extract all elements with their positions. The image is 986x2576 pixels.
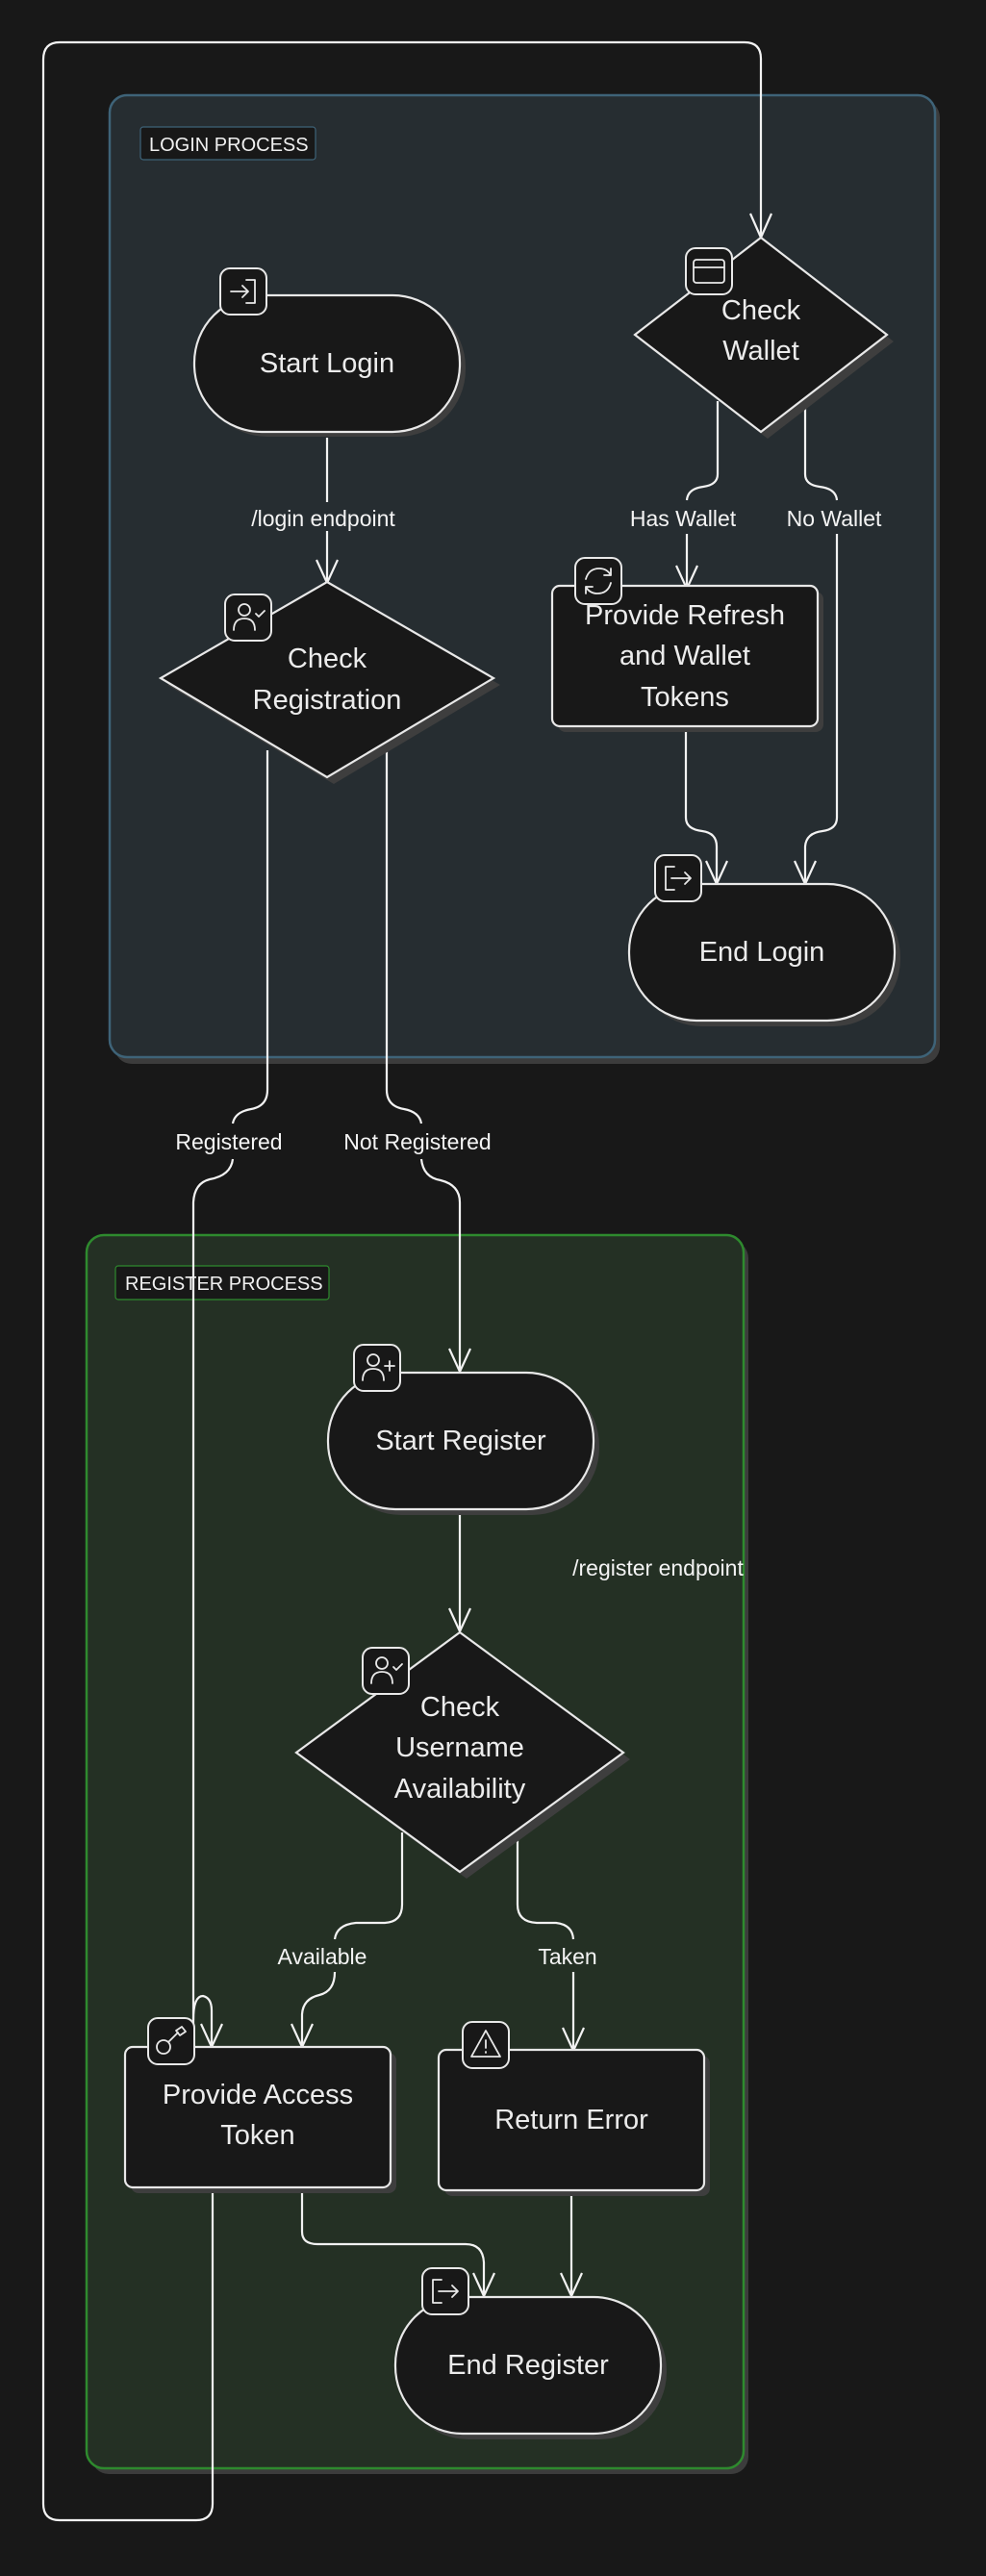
edge-label-text: No Wallet	[787, 506, 882, 531]
edge-label-text: Registered	[175, 1129, 282, 1154]
key-icon	[147, 2017, 195, 2065]
edge-label-no-wallet: No Wallet	[777, 502, 893, 531]
warning-icon	[462, 2021, 510, 2069]
node-label: Token	[220, 2120, 294, 2151]
edge-label-register-endpoint: /register endpoint	[572, 1555, 744, 1580]
edge-label-has-wallet: Has Wallet	[620, 502, 747, 531]
edge-label-text: /register endpoint	[572, 1555, 744, 1580]
user-check-icon	[362, 1647, 410, 1695]
user-check-icon	[224, 593, 272, 642]
node-label: Provide Refresh	[585, 600, 785, 631]
node-label: Wallet	[722, 336, 799, 366]
node-label: Start Login	[260, 348, 394, 379]
edge-label-not-registered: Not Registered	[335, 1125, 500, 1156]
logout-icon	[654, 854, 702, 902]
edge-label-available: Available	[267, 1941, 375, 1970]
flowchart-canvas: LOGIN PROCESS REGISTER PROCESS /login en…	[41, 40, 940, 2522]
node-label: End Register	[447, 2350, 609, 2381]
user-plus-icon	[353, 1344, 401, 1392]
edge-label-text: Not Registered	[343, 1129, 491, 1154]
refresh-icon	[574, 557, 622, 605]
node-label: Check	[721, 295, 801, 326]
node-label: and Wallet	[619, 641, 750, 671]
edge-label-login-endpoint: /login endpoint	[239, 502, 407, 531]
node-label: Check	[288, 644, 367, 674]
node-label: Username	[395, 1732, 524, 1763]
node-label: Provide Access	[163, 2080, 353, 2110]
edge-label-text: /login endpoint	[251, 506, 395, 531]
login-group-title: LOGIN PROCESS	[149, 135, 309, 156]
register-group-title: REGISTER PROCESS	[125, 1274, 323, 1295]
node-label: Tokens	[641, 682, 729, 713]
edge-label-text: Has Wallet	[630, 506, 737, 531]
node-label: Registration	[253, 685, 402, 716]
edge-label-taken: Taken	[527, 1941, 608, 1970]
edge-label-text: Available	[278, 1944, 367, 1969]
credit-card-icon	[685, 247, 733, 295]
logout-icon	[421, 2267, 469, 2315]
node-label: Check	[420, 1692, 500, 1723]
edge-label-text: Taken	[538, 1944, 596, 1969]
node-label: Return Error	[494, 2105, 648, 2135]
node-label: Start Register	[375, 1426, 546, 1456]
node-label: End Login	[699, 937, 825, 968]
login-icon	[219, 267, 267, 316]
node-label: Availability	[394, 1774, 526, 1805]
edge-label-registered: Registered	[167, 1125, 292, 1156]
